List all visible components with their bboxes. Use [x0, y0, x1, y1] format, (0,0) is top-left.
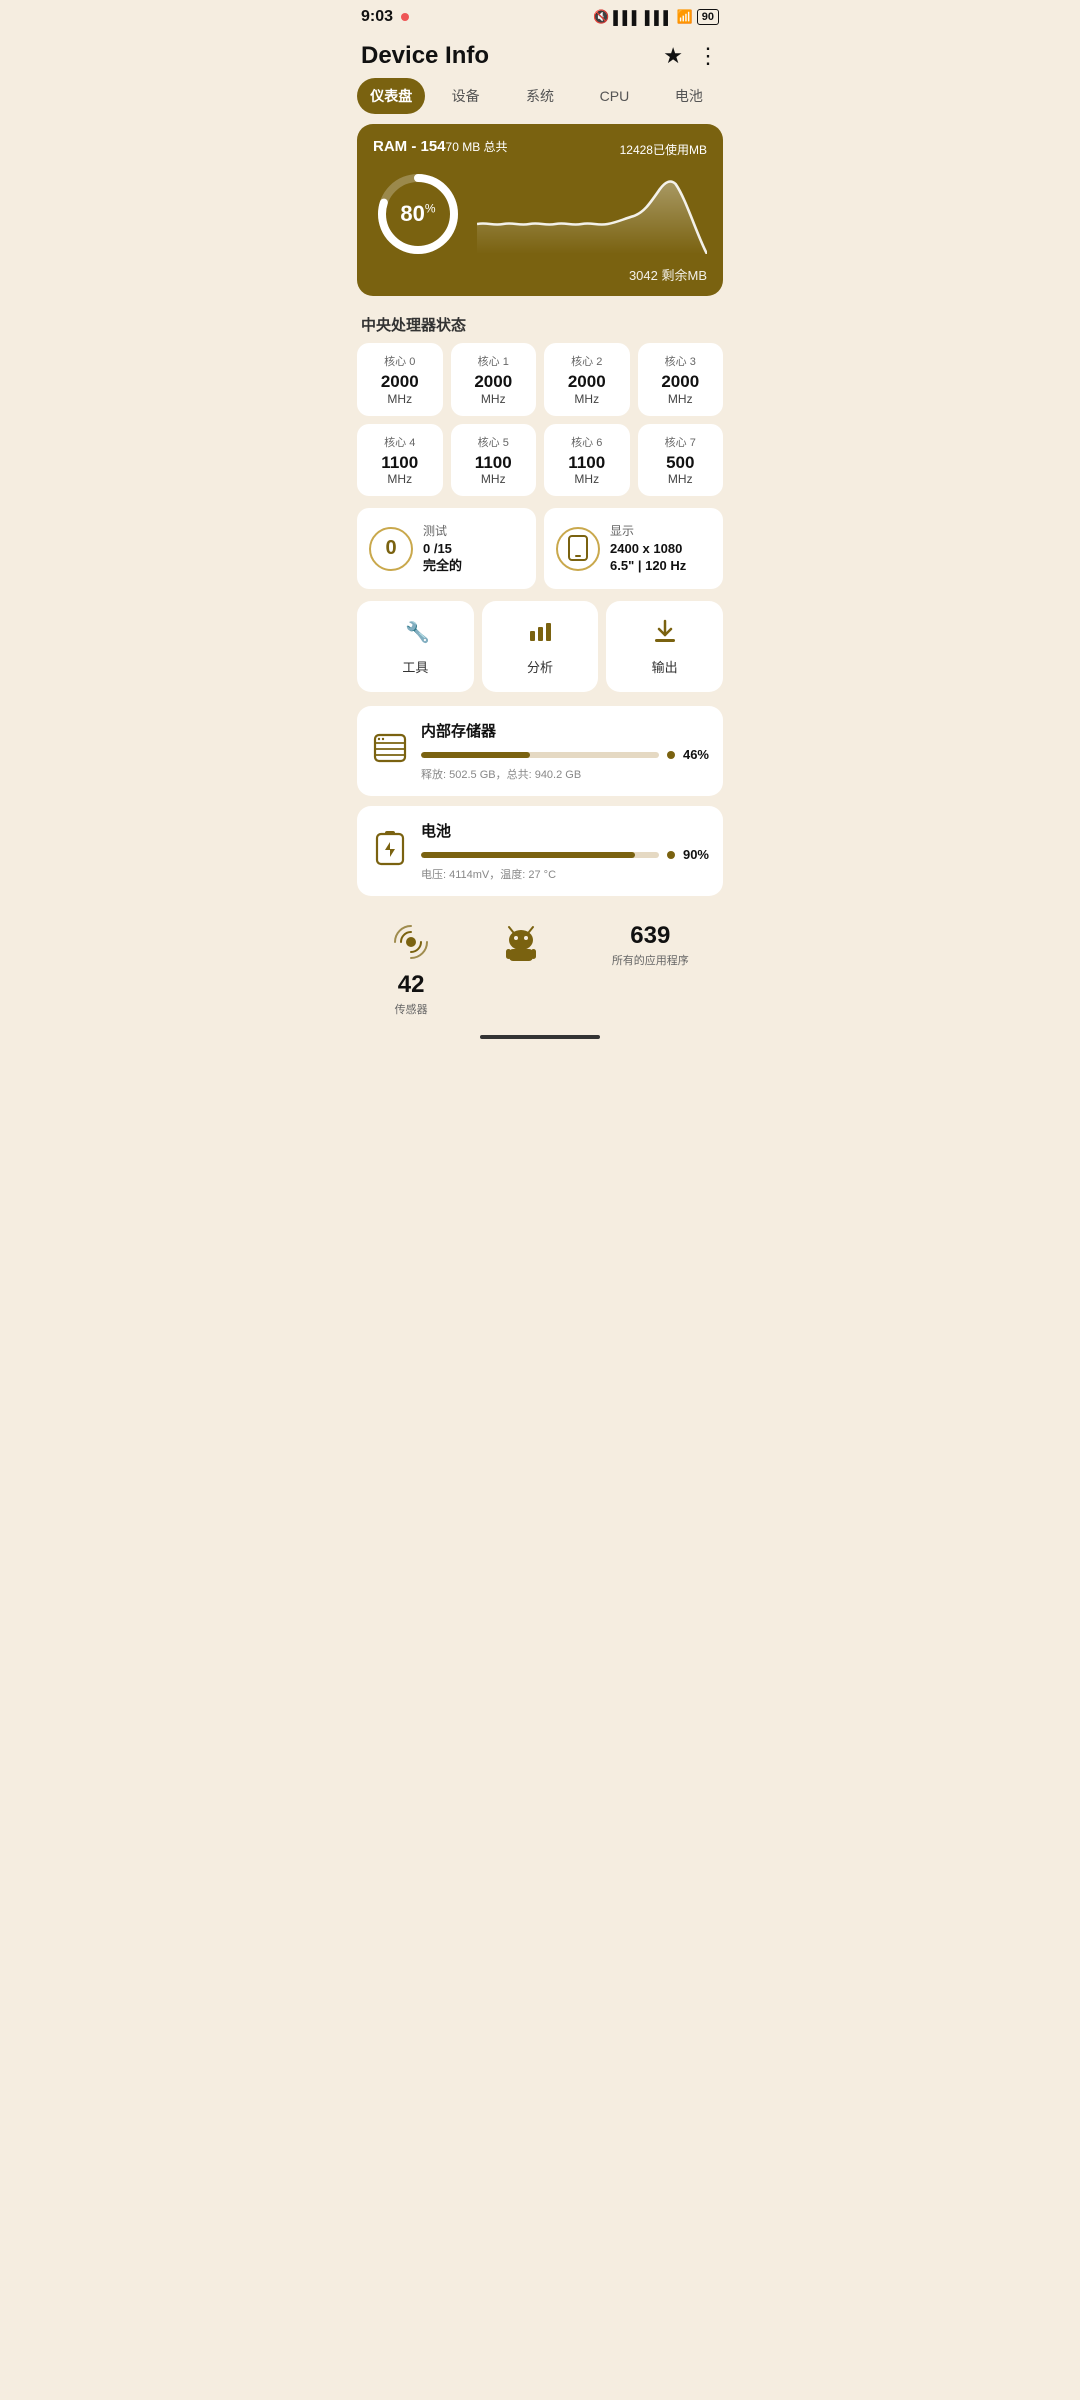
- status-bar: 9:03 🔇 ▌▌▌ ▌▌▌ 📶 90: [345, 0, 735, 30]
- test-card[interactable]: 0 测试 0 /15 完全的: [357, 508, 536, 589]
- bottom-stats: 42 传感器 639 所有的应用程序: [345, 906, 735, 1027]
- ram-gauge: 80%: [373, 169, 463, 259]
- action-buttons-row: 🔧 工具 分析 输出: [345, 601, 735, 706]
- star-icon[interactable]: ★: [663, 43, 683, 69]
- ram-chart: [477, 174, 707, 254]
- sensors-icon: [391, 922, 431, 969]
- tab-cpu[interactable]: CPU: [580, 78, 648, 114]
- home-indicator: [480, 1035, 600, 1039]
- apps-label: 所有的应用程序: [612, 952, 689, 968]
- core-card-7: 核心 7 500 MHz: [638, 424, 724, 497]
- more-options-icon[interactable]: ⋮: [697, 43, 719, 69]
- core-card-4: 核心 4 1100 MHz: [357, 424, 443, 497]
- tab-device[interactable]: 设备: [431, 78, 499, 114]
- display-icon-wrap: [556, 527, 600, 571]
- app-header: Device Info ★ ⋮: [345, 30, 735, 78]
- tab-battery[interactable]: 电池: [655, 78, 723, 114]
- battery-level: 90: [697, 9, 719, 25]
- tools-icon: 🔧: [401, 617, 429, 651]
- notification-dot: [401, 13, 409, 21]
- android-logo: [499, 922, 543, 1017]
- ram-percent: 80%: [400, 201, 435, 227]
- export-label: 输出: [652, 657, 678, 676]
- export-button[interactable]: 输出: [606, 601, 723, 692]
- core-card-1: 核心 1 2000 MHz: [451, 343, 537, 416]
- sensors-stat[interactable]: 42 传感器: [391, 922, 431, 1017]
- storage-card[interactable]: 内部存储器 46% 释放: 502.5 GB，总共: 940.2 GB: [357, 706, 723, 796]
- ram-remaining: 3042 剩余MB: [373, 265, 707, 284]
- status-time: 9:03: [361, 8, 393, 26]
- analytics-button[interactable]: 分析: [482, 601, 599, 692]
- analytics-icon: [526, 617, 554, 651]
- battery-icon: [371, 829, 409, 874]
- tabs-bar: 仪表盘 设备 系统 CPU 电池: [345, 78, 735, 124]
- storage-progress-fill: [421, 752, 530, 758]
- export-icon: [651, 617, 679, 651]
- battery-progress-bar: [421, 852, 659, 858]
- info-cards-row: 0 测试 0 /15 完全的 显示 2400 x 1080 6.5" | 120…: [345, 508, 735, 601]
- storage-progress-bar: [421, 752, 659, 758]
- battery-sub: 电压: 4114mV，温度: 27 °C: [421, 866, 709, 882]
- battery-title: 电池: [421, 820, 709, 841]
- battery-dot: [667, 851, 675, 859]
- storage-progress: 46%: [421, 747, 709, 762]
- storage-sub: 释放: 502.5 GB，总共: 940.2 GB: [421, 766, 709, 782]
- apps-stat[interactable]: 639 所有的应用程序: [612, 922, 689, 1017]
- battery-card[interactable]: 电池 90% 电压: 4114mV，温度: 27 °C: [357, 806, 723, 896]
- storage-dot: [667, 751, 675, 759]
- ram-card: RAM - 15470 MB 总共 12428已使用MB 80%: [357, 124, 723, 296]
- core-card-0: 核心 0 2000 MHz: [357, 343, 443, 416]
- core-card-6: 核心 6 1100 MHz: [544, 424, 630, 497]
- analytics-label: 分析: [527, 657, 553, 676]
- display-icon: [567, 535, 589, 563]
- mute-icon: 🔇: [593, 9, 609, 25]
- app-title: Device Info: [361, 42, 489, 70]
- ram-title: RAM - 15470 MB 总共: [373, 138, 508, 155]
- tools-button[interactable]: 🔧 工具: [357, 601, 474, 692]
- storage-percent: 46%: [683, 747, 709, 762]
- battery-percent: 90%: [683, 847, 709, 862]
- test-icon: 0: [385, 537, 396, 560]
- cpu-cores-grid: 核心 0 2000 MHz 核心 1 2000 MHz 核心 2 2000 MH…: [345, 343, 735, 508]
- core-card-5: 核心 5 1100 MHz: [451, 424, 537, 497]
- svg-text:🔧: 🔧: [405, 620, 429, 644]
- apps-count: 639: [630, 922, 670, 950]
- battery-progress: 90%: [421, 847, 709, 862]
- signal2-icon: ▌▌▌: [645, 10, 673, 25]
- tab-dashboard[interactable]: 仪表盘: [357, 78, 425, 114]
- status-icons: 🔇 ▌▌▌ ▌▌▌ 📶 90: [593, 9, 719, 25]
- tools-label: 工具: [402, 657, 428, 676]
- tab-system[interactable]: 系统: [506, 78, 574, 114]
- core-card-3: 核心 3 2000 MHz: [638, 343, 724, 416]
- sensors-count: 42: [398, 971, 425, 999]
- signal-icon: ▌▌▌: [613, 10, 641, 25]
- storage-icon: [371, 729, 409, 774]
- core-card-2: 核心 2 2000 MHz: [544, 343, 630, 416]
- storage-title: 内部存储器: [421, 720, 709, 741]
- wifi-icon: 📶: [677, 9, 693, 25]
- test-icon-wrap: 0: [369, 527, 413, 571]
- header-icons: ★ ⋮: [663, 43, 719, 69]
- battery-progress-fill: [421, 852, 635, 858]
- ram-used: 12428已使用MB: [620, 138, 707, 159]
- sensors-label: 传感器: [395, 1001, 428, 1017]
- cpu-section-title: 中央处理器状态: [345, 310, 735, 343]
- display-card[interactable]: 显示 2400 x 1080 6.5" | 120 Hz: [544, 508, 723, 589]
